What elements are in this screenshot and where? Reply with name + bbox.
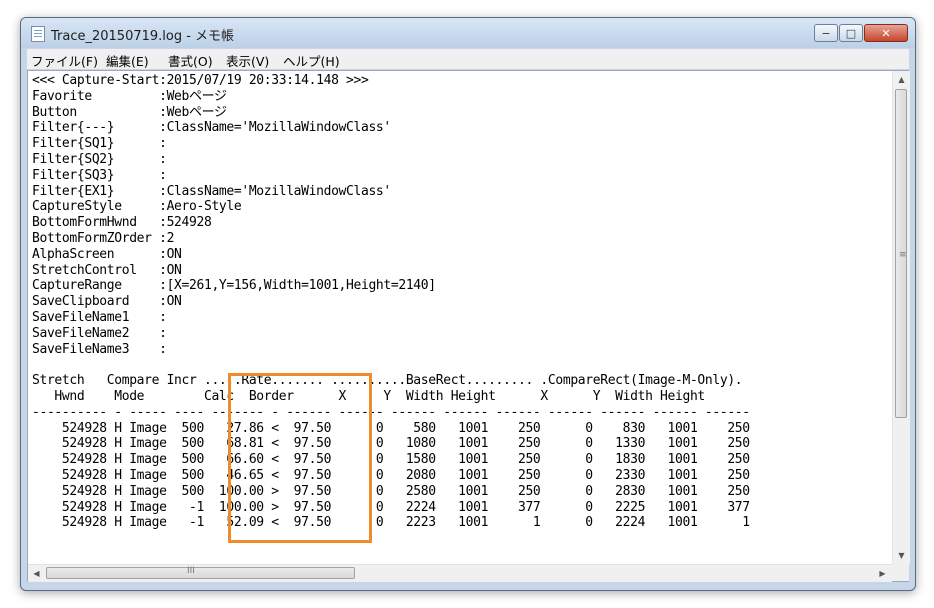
window-title: Trace_20150719.log - メモ帳	[51, 29, 235, 44]
menu-help[interactable]: ヘルプ(H)	[283, 51, 340, 70]
text-editor[interactable]: <<< Capture-Start:2015/07/19 20:33:14.14…	[28, 71, 892, 564]
title-bar[interactable]: Trace_20150719.log - メモ帳 − □ ✕	[21, 18, 915, 48]
scroll-right-icon[interactable]: ▶	[874, 565, 891, 582]
scroll-up-icon[interactable]: ▲	[893, 71, 910, 88]
notepad-window: Trace_20150719.log - メモ帳 − □ ✕ ファイル(F) 編…	[20, 17, 916, 591]
notepad-icon	[31, 26, 45, 42]
horizontal-scrollbar[interactable]: ◀ III ▶	[28, 564, 892, 582]
vertical-scroll-thumb[interactable]: ≡	[895, 89, 907, 418]
editor-area: <<< Capture-Start:2015/07/19 20:33:14.14…	[27, 70, 910, 582]
maximize-button[interactable]: □	[839, 24, 863, 42]
vertical-scrollbar[interactable]: ▲ ≡ ▼	[892, 71, 910, 564]
highlight-box	[228, 373, 372, 543]
log-text[interactable]: <<< Capture-Start:2015/07/19 20:33:14.14…	[32, 73, 750, 531]
menu-edit[interactable]: 編集(E)	[106, 51, 149, 70]
grip-icon: III	[187, 566, 195, 576]
minimize-button[interactable]: −	[814, 24, 838, 42]
menu-format[interactable]: 書式(O)	[168, 51, 213, 70]
menu-bar: ファイル(F) 編集(E) 書式(O) 表示(V) ヘルプ(H)	[27, 49, 909, 69]
grip-icon: ≡	[899, 250, 907, 260]
menu-file[interactable]: ファイル(F)	[31, 51, 98, 70]
menu-view[interactable]: 表示(V)	[226, 51, 269, 70]
horizontal-scroll-thumb[interactable]: III	[46, 566, 355, 579]
scroll-down-icon[interactable]: ▼	[893, 547, 910, 564]
size-grip	[892, 564, 909, 581]
scroll-left-icon[interactable]: ◀	[28, 565, 45, 582]
close-button[interactable]: ✕	[864, 24, 908, 42]
